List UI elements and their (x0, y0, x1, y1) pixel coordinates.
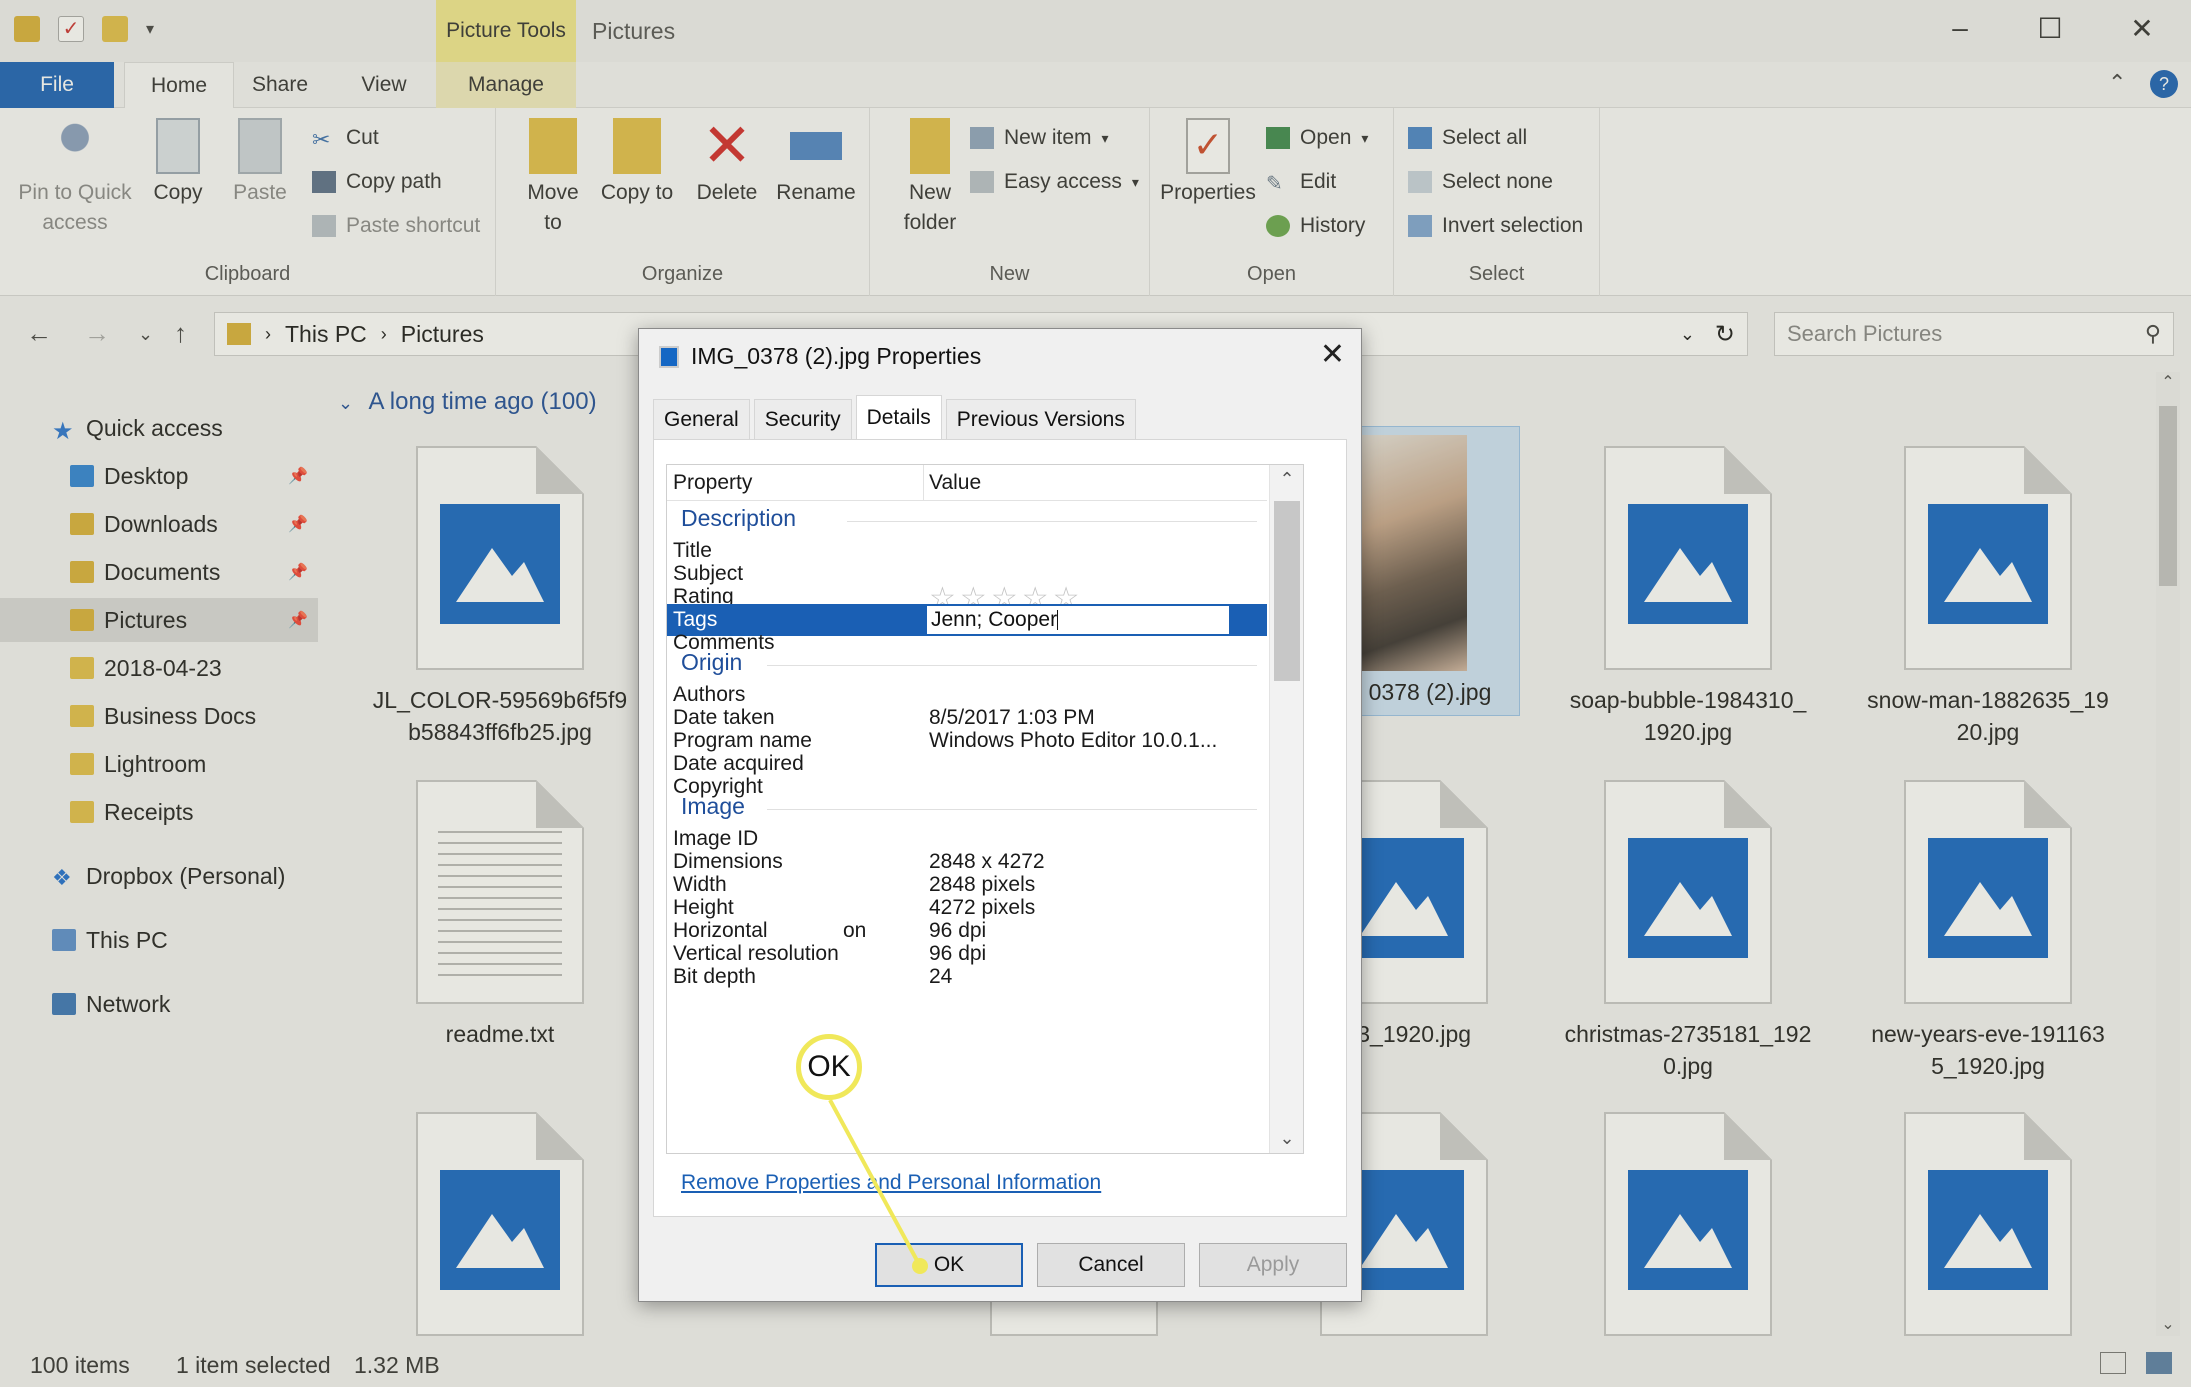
ok-callout-badge: OK (796, 1034, 862, 1100)
callout-pointer (828, 1099, 928, 1274)
